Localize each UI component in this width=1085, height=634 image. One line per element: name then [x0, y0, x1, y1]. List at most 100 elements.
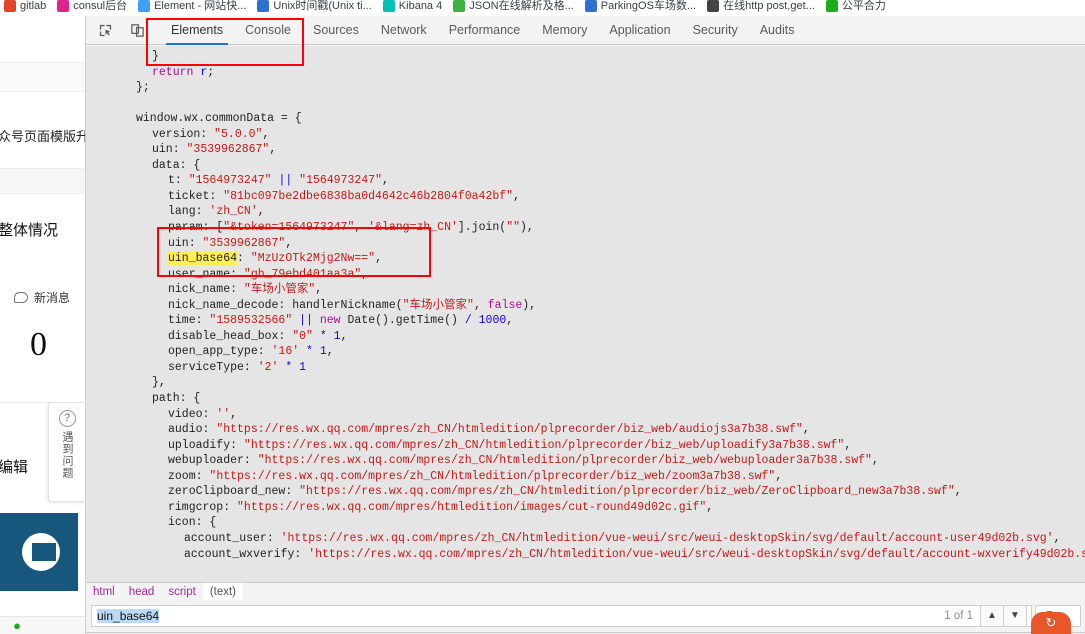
code-token: "https://res.wx.qq.com/mpres/zh_CN/htmle… [243, 438, 845, 452]
browser-tab[interactable]: Kibana 4 [379, 0, 449, 16]
code-token: data: { [152, 158, 201, 172]
code-line[interactable]: nick_name: "车场小管家", [86, 282, 1085, 298]
code-token: user_name: [168, 267, 244, 281]
code-token: '16' [271, 345, 300, 359]
help-floating-tab[interactable]: ? 遇到问题 [48, 402, 85, 502]
code-line[interactable]: video: '', [86, 407, 1085, 423]
code-line[interactable]: version: "5.0.0", [86, 127, 1085, 143]
code-token: ; [207, 65, 215, 79]
code-token: * [306, 345, 313, 359]
devtools-tab-elements[interactable]: Elements [160, 16, 234, 45]
devtools-tab-label: Network [380, 23, 427, 37]
code-line[interactable]: }, [86, 375, 1085, 391]
code-line[interactable]: disable_head_box: "0" * 1, [86, 329, 1085, 345]
code-line[interactable] [86, 96, 1085, 112]
code-line[interactable]: open_app_type: '16' * 1, [86, 344, 1085, 360]
code-token: return [152, 65, 194, 79]
code-token: "https://res.wx.qq.com/mpres/zh_CN/htmle… [209, 469, 776, 483]
browser-tab[interactable]: Element - 网站快... [134, 0, 253, 16]
search-prev-button[interactable]: ▲ [980, 605, 1004, 627]
code-line[interactable]: path: { [86, 391, 1085, 407]
code-line[interactable]: user_name: "gh_79ebd401aa3a", [86, 267, 1085, 283]
code-line[interactable]: account_wxverify: 'https://res.wx.qq.com… [86, 547, 1085, 563]
code-token: Date().getTime() [340, 314, 465, 328]
code-token: , [257, 205, 265, 219]
code-token: account_wxverify: [184, 547, 309, 561]
devtools-panel: Elements Console Sources Network Performance… [85, 16, 1085, 634]
devtools-tab-performance[interactable]: Performance [438, 16, 532, 45]
browser-tab[interactable]: JSON在线解析及格... [449, 0, 581, 16]
page-new-message-row[interactable]: 新消息 [14, 289, 70, 306]
devtools-tab-memory[interactable]: Memory [531, 16, 598, 45]
code-line[interactable]: webuploader: "https://res.wx.qq.com/mpre… [86, 453, 1085, 469]
code-token: "5.0.0" [214, 127, 263, 141]
page-menu-text[interactable]: 众号页面模版升 [0, 126, 85, 145]
code-line[interactable]: audio: "https://res.wx.qq.com/mpres/zh_C… [86, 422, 1085, 438]
code-line[interactable]: return r; [86, 65, 1085, 81]
browser-tab[interactable]: ParkingOS车场数... [581, 0, 703, 16]
browser-tab[interactable]: 在线http post,get... [703, 0, 822, 16]
code-token: '&lang=zh_CN' [368, 221, 458, 235]
code-token: '2' [257, 360, 279, 374]
code-token: lang: [168, 205, 210, 219]
floating-orange-badge[interactable]: ↻ [1031, 612, 1071, 634]
code-token: "" [506, 221, 520, 235]
page-section-title: 整体情况 [0, 222, 59, 239]
code-line[interactable]: account_user: 'https://res.wx.qq.com/mpr… [86, 531, 1085, 547]
devtools-tab-audits[interactable]: Audits [749, 16, 806, 45]
code-line[interactable]: uploadify: "https://res.wx.qq.com/mpres/… [86, 438, 1085, 454]
code-token: , [382, 174, 389, 188]
search-input[interactable]: uin_base64 [91, 605, 1033, 627]
inspect-element-icon[interactable] [92, 18, 118, 42]
code-token: 1 [333, 329, 341, 343]
code-line[interactable]: lang: 'zh_CN', [86, 204, 1085, 220]
breadcrumb-item[interactable]: script [161, 583, 202, 601]
device-toolbar-icon[interactable] [124, 18, 150, 42]
page-edit-label[interactable]: 编辑 [0, 456, 28, 477]
browser-tab-label: JSON在线解析及格... [469, 0, 574, 12]
code-token: disable_head_box: [168, 329, 293, 343]
code-line[interactable]: ticket: "81bc097be2dbe6838ba0d4642c46b28… [86, 189, 1085, 205]
code-line[interactable]: t: "1564973247" || "1564973247", [86, 173, 1085, 189]
breadcrumb-item[interactable]: head [122, 583, 162, 601]
code-line[interactable]: uin: "3539962867", [86, 142, 1085, 158]
code-line[interactable]: serviceType: '2' * 1 [86, 360, 1085, 376]
breadcrumb-item[interactable]: html [86, 583, 122, 601]
devtools-tab-network[interactable]: Network [370, 16, 438, 45]
browser-tab[interactable]: consul后台 [53, 0, 134, 16]
code-token: , [340, 329, 348, 343]
search-next-button[interactable]: ▼ [1003, 605, 1027, 627]
devtools-tab-application[interactable]: Application [598, 16, 681, 45]
browser-tab[interactable]: 公平合力 [822, 0, 893, 16]
code-token: , [375, 252, 382, 266]
devtools-tab-sources[interactable]: Sources [302, 16, 370, 45]
code-line[interactable]: data: { [86, 158, 1085, 174]
breadcrumb-item[interactable]: (text) [202, 582, 244, 601]
elements-source-view[interactable]: } return r;}; window.wx.commonData = {ver… [86, 46, 1085, 582]
code-line[interactable]: zeroClipboard_new: "https://res.wx.qq.co… [86, 484, 1085, 500]
code-line[interactable]: }; [86, 80, 1085, 96]
browser-tab[interactable]: Unix时间戳(Unix ti... [253, 0, 378, 16]
floating-green-icon: ● [13, 617, 21, 633]
code-line[interactable]: window.wx.commonData = { [86, 111, 1085, 127]
code-line[interactable]: time: "1589532566" || new Date().getTime… [86, 313, 1085, 329]
code-line[interactable]: uin_base64: "MzUzOTk2Mjg2Nw==", [86, 251, 1085, 267]
browser-tab[interactable]: gitlab [0, 0, 53, 16]
code-line[interactable]: nick_name_decode: handlerNickname("车场小管家… [86, 298, 1085, 314]
code-line[interactable]: uin: "3539962867", [86, 236, 1085, 252]
devtools-tab-console[interactable]: Console [234, 16, 302, 45]
code-token: , [315, 283, 323, 297]
code-token: "1564973247" [299, 174, 382, 188]
code-line[interactable]: icon: { [86, 515, 1085, 531]
code-token: window.wx.commonData = { [136, 112, 302, 126]
code-token: ), [522, 298, 537, 312]
code-line[interactable]: rimgcrop: "https://res.wx.qq.com/mpres/h… [86, 500, 1085, 516]
code-line[interactable]: zoom: "https://res.wx.qq.com/mpres/zh_CN… [86, 469, 1085, 485]
code-line[interactable]: param: ["&token=1564973247", '&lang=zh_C… [86, 220, 1085, 236]
code-line[interactable]: } [86, 49, 1085, 65]
devtools-tab-security[interactable]: Security [682, 16, 749, 45]
code-token: , [506, 314, 514, 328]
